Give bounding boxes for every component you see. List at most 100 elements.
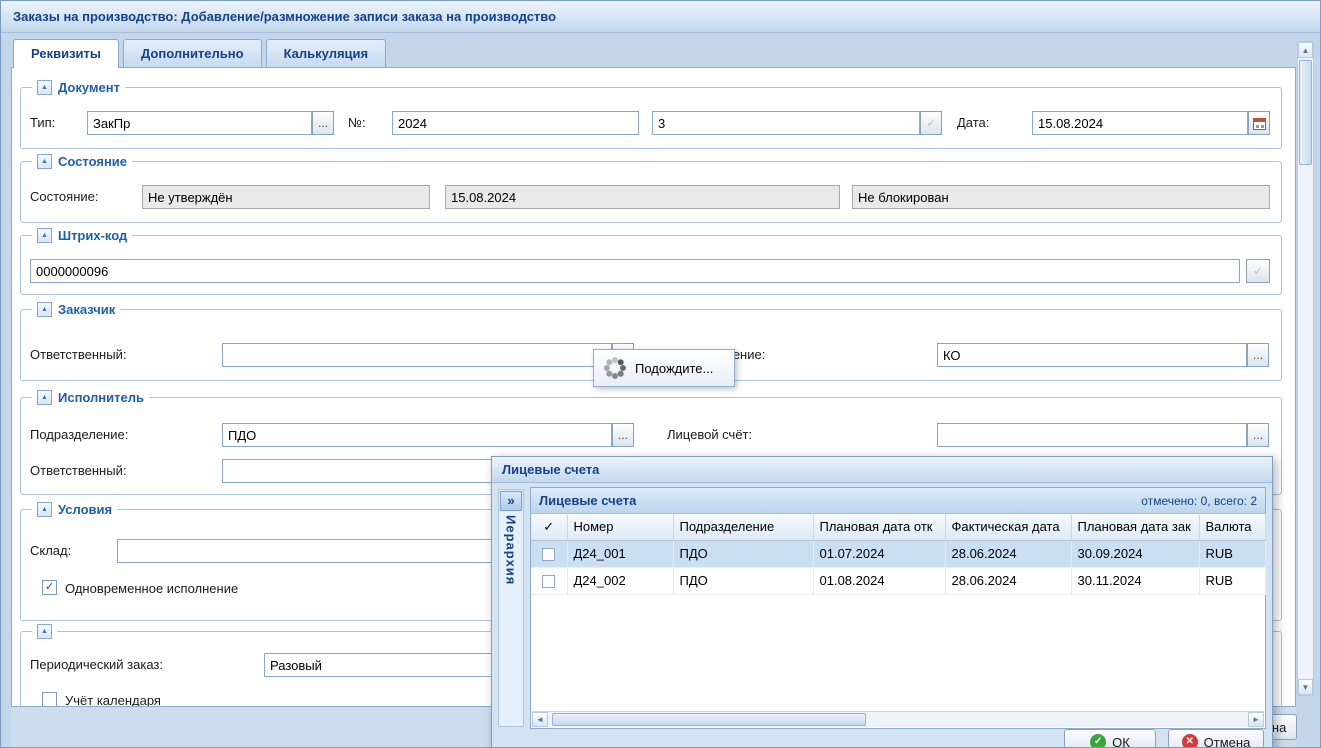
collapse-status-button[interactable]: ▲ <box>37 154 52 169</box>
cell-number: Д24_001 <box>567 540 673 567</box>
ellipsis-icon: ... <box>1253 348 1263 362</box>
type-lookup-button[interactable]: ... <box>312 111 334 135</box>
column-header-number[interactable]: Номер <box>567 514 673 540</box>
tab-rekvizity[interactable]: Реквизиты <box>13 39 119 68</box>
cell-division: ПДО <box>673 540 813 567</box>
table-row[interactable]: Д24_001 ПДО 01.07.2024 28.06.2024 30.09.… <box>531 540 1265 567</box>
barcode-legend: ▲ Штрих-код <box>32 227 132 244</box>
number-confirm-button[interactable]: ✓ <box>920 111 942 135</box>
section-title: Состояние <box>58 154 127 169</box>
row-checkbox[interactable] <box>542 548 555 561</box>
simultaneous-checkbox[interactable]: ✓ <box>42 580 57 595</box>
collapse-periodic-button[interactable]: ▲ <box>37 624 52 639</box>
date-input[interactable] <box>1032 111 1248 135</box>
vertical-scrollbar[interactable]: ▲ ▼ <box>1297 41 1314 696</box>
cell-fact-date: 28.06.2024 <box>945 567 1071 594</box>
scroll-right-icon[interactable]: ► <box>1248 712 1264 727</box>
column-header-division[interactable]: Подразделение <box>673 514 813 540</box>
section-title: Заказчик <box>58 302 115 317</box>
scroll-up-icon[interactable]: ▲ <box>1298 42 1313 58</box>
section-title: Условия <box>58 502 112 517</box>
customer-division-input[interactable] <box>937 343 1247 367</box>
column-header-fact-date[interactable]: Фактическая дата <box>945 514 1071 540</box>
collapse-customer-button[interactable]: ▲ <box>37 302 52 317</box>
spinner-icon <box>604 357 626 379</box>
table-header-row: ✓ Номер Подразделение Плановая дата отк … <box>531 514 1265 540</box>
column-header-currency[interactable]: Валюта <box>1199 514 1265 540</box>
simultaneous-label: Одновременное исполнение <box>65 581 238 596</box>
collapse-icon: ▲ <box>41 394 48 401</box>
cell-number: Д24_002 <box>567 567 673 594</box>
ellipsis-icon: ... <box>318 116 328 130</box>
calendar-icon <box>1253 118 1266 130</box>
tab-dopolnitelno[interactable]: Дополнительно <box>123 39 262 67</box>
section-title: Документ <box>58 80 120 95</box>
customer-legend: ▲ Заказчик <box>32 301 120 318</box>
collapse-icon: ▲ <box>41 232 48 239</box>
accounts-panel: Лицевые счета отмечено: 0, всего: 2 ✓ Но… <box>530 487 1266 729</box>
collapse-icon: ▲ <box>41 306 48 313</box>
chevron-right-icon: » <box>507 493 514 508</box>
periodic-legend: ▲ <box>32 623 57 640</box>
barcode-input[interactable] <box>30 259 1240 283</box>
barcode-confirm-button[interactable]: ✓ <box>1246 259 1270 283</box>
accounts-dialog: Лицевые счета » Иерархия Лицевые счета о… <box>491 456 1273 748</box>
check-column-header[interactable]: ✓ <box>531 514 567 540</box>
column-header-plan-close[interactable]: Плановая дата зак <box>1071 514 1199 540</box>
ellipsis-icon: ... <box>618 428 628 442</box>
date-picker-button[interactable] <box>1248 111 1270 135</box>
column-header-plan-open[interactable]: Плановая дата отк <box>813 514 945 540</box>
collapse-icon: ▲ <box>41 158 48 165</box>
number-input[interactable] <box>392 111 639 135</box>
date-label: Дата: <box>957 115 989 130</box>
row-checkbox[interactable] <box>542 575 555 588</box>
customer-responsible-label: Ответственный: <box>30 347 126 362</box>
collapse-conditions-button[interactable]: ▲ <box>37 502 52 517</box>
collapse-icon: ▲ <box>41 506 48 513</box>
account-lookup-button[interactable]: ... <box>1247 423 1269 447</box>
account-input[interactable] <box>937 423 1247 447</box>
ok-label: ОК <box>1112 735 1130 748</box>
ellipsis-icon: ... <box>1253 428 1263 442</box>
section-title: Исполнитель <box>58 390 144 405</box>
executor-legend: ▲ Исполнитель <box>32 389 149 406</box>
cancel-icon: ✕ <box>1182 734 1198 748</box>
dialog-title: Лицевые счета <box>492 457 1272 483</box>
ok-button[interactable]: ✓ ОК <box>1064 729 1156 748</box>
section-title: Штрих-код <box>58 228 127 243</box>
number-label: №: <box>348 115 366 130</box>
ok-icon: ✓ <box>1090 734 1106 748</box>
status-legend: ▲ Состояние <box>32 153 132 170</box>
collapse-barcode-button[interactable]: ▲ <box>37 228 52 243</box>
wait-text: Подождите... <box>635 361 713 376</box>
executor-responsible-label: Ответственный: <box>30 463 126 478</box>
accounts-table: ✓ Номер Подразделение Плановая дата отк … <box>531 514 1266 595</box>
panel-title: Лицевые счета <box>539 493 636 508</box>
type-input[interactable] <box>87 111 312 135</box>
status-date-field <box>445 185 840 209</box>
wait-popup: Подождите... <box>593 349 735 387</box>
horizontal-scrollbar[interactable]: ◄ ► <box>532 711 1264 727</box>
expand-hierarchy-button[interactable]: » <box>500 491 522 511</box>
calendar-checkbox[interactable] <box>42 692 57 707</box>
customer-responsible-input[interactable] <box>222 343 612 367</box>
tab-kalkulyaciya[interactable]: Калькуляция <box>266 39 387 67</box>
cancel-button[interactable]: ✕ Отмена <box>1168 729 1264 748</box>
horizontal-scrollbar-thumb[interactable] <box>552 713 866 726</box>
scroll-down-icon[interactable]: ▼ <box>1298 679 1313 695</box>
calendar-label: Учёт календаря <box>65 693 161 707</box>
scroll-left-icon[interactable]: ◄ <box>532 712 548 727</box>
cell-division: ПДО <box>673 567 813 594</box>
cell-plan-open: 01.07.2024 <box>813 540 945 567</box>
table-row[interactable]: Д24_002 ПДО 01.08.2024 28.06.2024 30.11.… <box>531 567 1265 594</box>
vertical-scrollbar-thumb[interactable] <box>1299 60 1312 165</box>
customer-division-lookup-button[interactable]: ... <box>1247 343 1269 367</box>
hierarchy-label: Иерархия <box>504 515 519 585</box>
checkmark-icon: ✓ <box>45 581 54 593</box>
warehouse-label: Склад: <box>30 543 71 558</box>
collapse-executor-button[interactable]: ▲ <box>37 390 52 405</box>
executor-division-input[interactable] <box>222 423 612 447</box>
executor-division-lookup-button[interactable]: ... <box>612 423 634 447</box>
number-suffix-input[interactable] <box>652 111 920 135</box>
collapse-document-button[interactable]: ▲ <box>37 80 52 95</box>
